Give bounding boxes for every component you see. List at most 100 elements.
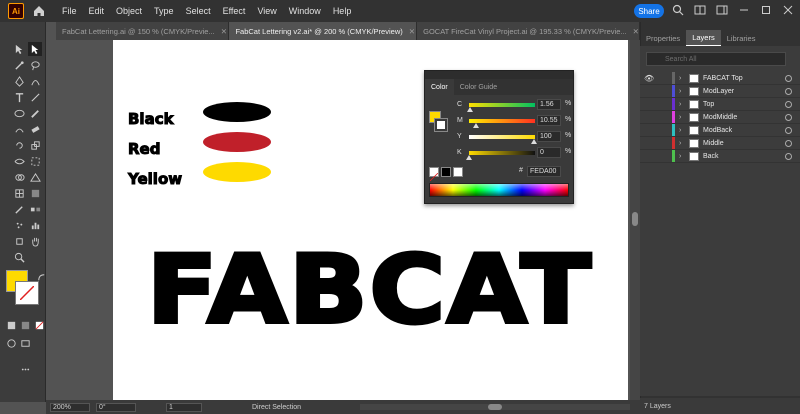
layer-target-icon[interactable] bbox=[785, 100, 792, 108]
menu-select[interactable]: Select bbox=[180, 6, 217, 16]
layer-row[interactable]: › ModBack bbox=[640, 124, 800, 137]
zoom-tool-icon[interactable] bbox=[12, 250, 26, 264]
layers-search-input[interactable]: Search All bbox=[646, 52, 786, 66]
perspective-grid-tool-icon[interactable] bbox=[28, 170, 42, 184]
search-icon[interactable] bbox=[672, 4, 684, 16]
none-color-icon[interactable] bbox=[429, 167, 439, 182]
eraser-tool-icon[interactable] bbox=[28, 122, 42, 136]
close-icon[interactable] bbox=[782, 4, 794, 16]
layer-name[interactable]: Middle bbox=[703, 140, 785, 147]
layer-target-icon[interactable] bbox=[785, 74, 792, 82]
menu-view[interactable]: View bbox=[251, 6, 282, 16]
color-panel-header[interactable] bbox=[425, 71, 573, 79]
rotate-tool-icon[interactable] bbox=[12, 138, 26, 152]
pen-tool-icon[interactable] bbox=[12, 74, 26, 88]
close-tab-icon[interactable]: ✕ bbox=[633, 27, 639, 36]
horizontal-scroll-thumb[interactable] bbox=[488, 404, 502, 410]
tab-gocat-firecat[interactable]: GOCAT FireCat Vinyl Project.ai @ 195.33 … bbox=[417, 22, 640, 40]
more-tools-icon[interactable] bbox=[18, 362, 32, 376]
workspace-icon[interactable] bbox=[716, 4, 728, 16]
symbol-sprayer-tool-icon[interactable] bbox=[12, 218, 26, 232]
free-transform-tool-icon[interactable] bbox=[28, 154, 42, 168]
artboard-tool-icon[interactable] bbox=[12, 234, 26, 248]
layer-target-icon[interactable] bbox=[785, 139, 792, 147]
magic-wand-tool-icon[interactable] bbox=[12, 58, 26, 72]
layer-target-icon[interactable] bbox=[785, 126, 792, 134]
expand-chevron-icon[interactable]: › bbox=[679, 140, 687, 147]
maximize-icon[interactable] bbox=[760, 4, 772, 16]
mesh-tool-icon[interactable] bbox=[12, 186, 26, 200]
gradient-mode-icon[interactable] bbox=[18, 318, 32, 332]
horizontal-scrollbar[interactable] bbox=[360, 404, 630, 410]
expand-chevron-icon[interactable]: › bbox=[679, 114, 687, 121]
rotation-field[interactable]: 0° bbox=[96, 402, 136, 412]
layer-name[interactable]: Top bbox=[703, 101, 785, 108]
curvature-tool-icon[interactable] bbox=[28, 74, 42, 88]
scale-tool-icon[interactable] bbox=[28, 138, 42, 152]
layer-row[interactable]: › ModMiddle bbox=[640, 111, 800, 124]
stroke-swatch[interactable] bbox=[15, 281, 39, 305]
tab-properties[interactable]: Properties bbox=[640, 30, 686, 46]
menu-type[interactable]: Type bbox=[148, 6, 180, 16]
menu-file[interactable]: File bbox=[56, 6, 83, 16]
cyan-slider[interactable] bbox=[469, 103, 535, 107]
cyan-slider-knob[interactable] bbox=[467, 107, 473, 112]
screen-mode-icon[interactable] bbox=[18, 336, 32, 350]
vertical-scroll-thumb[interactable] bbox=[632, 212, 638, 226]
gradient-tool-icon[interactable] bbox=[28, 186, 42, 200]
share-button[interactable]: Share bbox=[634, 4, 664, 18]
menu-help[interactable]: Help bbox=[327, 6, 358, 16]
expand-chevron-icon[interactable]: › bbox=[679, 153, 687, 160]
draw-mode-icon[interactable] bbox=[4, 336, 18, 350]
color-mode-icon[interactable] bbox=[4, 318, 18, 332]
selection-tool-icon[interactable] bbox=[12, 42, 26, 56]
menu-window[interactable]: Window bbox=[283, 6, 327, 16]
type-tool-icon[interactable] bbox=[12, 90, 26, 104]
width-tool-icon[interactable] bbox=[12, 154, 26, 168]
layer-row[interactable]: › Middle bbox=[640, 137, 800, 150]
paintbrush-tool-icon[interactable] bbox=[28, 106, 42, 120]
tab-fabcat-lettering[interactable]: FabCat Lettering.ai @ 150 % (CMYK/Previe… bbox=[56, 22, 230, 40]
vertical-scrollbar[interactable] bbox=[630, 40, 640, 400]
tab-layers[interactable]: Layers bbox=[686, 30, 721, 46]
home-icon[interactable] bbox=[32, 4, 46, 18]
tab-fabcat-lettering-v2[interactable]: FabCat Lettering v2.ai* @ 200 % (CMYK/Pr… bbox=[229, 22, 418, 40]
black-slider-knob[interactable] bbox=[466, 155, 472, 160]
expand-chevron-icon[interactable]: › bbox=[679, 88, 687, 95]
black-color-chip[interactable] bbox=[441, 167, 451, 177]
direct-selection-tool-icon[interactable] bbox=[28, 42, 42, 56]
layer-row[interactable]: › Back bbox=[640, 150, 800, 163]
graph-tool-icon[interactable] bbox=[28, 218, 42, 232]
close-tab-icon[interactable]: ✕ bbox=[409, 27, 415, 36]
yellow-value-field[interactable]: 100 bbox=[537, 131, 561, 142]
layer-name[interactable]: ModMiddle bbox=[703, 114, 785, 121]
none-mode-icon[interactable] bbox=[32, 318, 46, 332]
layer-name[interactable]: FABCAT Top bbox=[703, 75, 785, 82]
shaper-tool-icon[interactable] bbox=[12, 122, 26, 136]
layer-row[interactable]: › ModLayer bbox=[640, 85, 800, 98]
layer-name[interactable]: ModBack bbox=[703, 127, 785, 134]
line-tool-icon[interactable] bbox=[28, 90, 42, 104]
blend-tool-icon[interactable] bbox=[28, 202, 42, 216]
black-value-field[interactable]: 0 bbox=[537, 147, 561, 158]
shape-builder-tool-icon[interactable] bbox=[12, 170, 26, 184]
menu-edit[interactable]: Edit bbox=[83, 6, 111, 16]
expand-chevron-icon[interactable]: › bbox=[679, 75, 687, 82]
visibility-eye-icon[interactable]: 👁 bbox=[644, 74, 656, 83]
expand-chevron-icon[interactable]: › bbox=[679, 127, 687, 134]
tab-color[interactable]: Color bbox=[425, 79, 454, 95]
artboard-navigation-field[interactable]: 1 bbox=[166, 402, 202, 412]
layer-row[interactable]: › Top bbox=[640, 98, 800, 111]
layer-target-icon[interactable] bbox=[785, 87, 792, 95]
yellow-slider[interactable] bbox=[469, 135, 535, 139]
layer-name[interactable]: ModLayer bbox=[703, 88, 785, 95]
layer-target-icon[interactable] bbox=[785, 113, 792, 121]
zoom-field[interactable]: 200% bbox=[50, 402, 90, 412]
ellipse-tool-icon[interactable] bbox=[12, 106, 26, 120]
white-color-chip[interactable] bbox=[453, 167, 463, 177]
minimize-icon[interactable] bbox=[738, 4, 750, 16]
magenta-value-field[interactable]: 10.55 bbox=[537, 115, 561, 126]
tab-libraries[interactable]: Libraries bbox=[721, 30, 762, 46]
arrange-documents-icon[interactable] bbox=[694, 4, 706, 16]
cyan-value-field[interactable]: 1.56 bbox=[537, 99, 561, 110]
